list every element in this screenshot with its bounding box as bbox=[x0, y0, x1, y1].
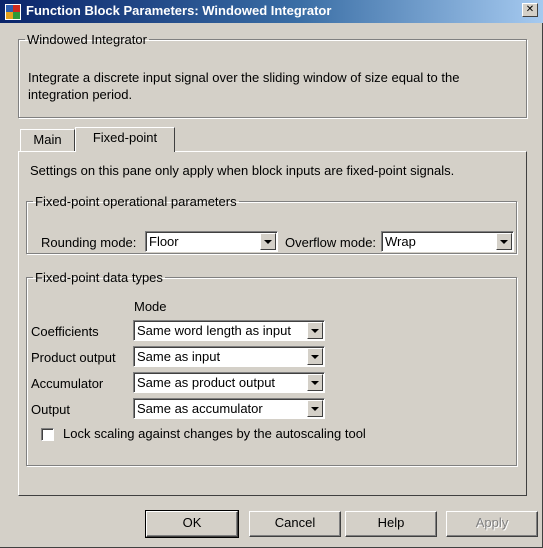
tab-main[interactable]: Main bbox=[20, 129, 75, 151]
product-output-label: Product output bbox=[31, 350, 116, 365]
chevron-down-icon bbox=[311, 328, 319, 333]
product-output-mode-select[interactable]: Same as input bbox=[133, 346, 325, 367]
close-icon: ✕ bbox=[525, 4, 535, 15]
dialog-window: Function Block Parameters: Windowed Inte… bbox=[0, 0, 543, 548]
help-button-label: Help bbox=[377, 515, 405, 530]
ok-button-label: OK bbox=[182, 515, 202, 530]
chevron-down-icon bbox=[311, 406, 319, 411]
tab-fixed-point-label: Fixed-point bbox=[92, 130, 158, 145]
rounding-mode-value: Floor bbox=[149, 234, 179, 249]
accumulator-label: Accumulator bbox=[31, 376, 104, 391]
help-button[interactable]: Help bbox=[345, 511, 437, 537]
overflow-mode-dropdown[interactable] bbox=[496, 233, 512, 250]
overflow-mode-value: Wrap bbox=[385, 234, 416, 249]
apply-button: Apply bbox=[446, 511, 538, 537]
chevron-down-icon bbox=[500, 239, 508, 244]
coefficients-mode-dropdown[interactable] bbox=[307, 322, 323, 339]
fixed-point-pane: Settings on this pane only apply when bl… bbox=[18, 151, 527, 496]
lock-scaling-checkbox[interactable] bbox=[41, 428, 54, 441]
chevron-down-icon bbox=[311, 354, 319, 359]
accumulator-mode-select[interactable]: Same as product output bbox=[133, 372, 325, 393]
window-title: Function Block Parameters: Windowed Inte… bbox=[26, 3, 332, 18]
apply-button-label: Apply bbox=[475, 515, 509, 530]
coefficients-mode-value: Same word length as input bbox=[137, 323, 291, 338]
ok-button[interactable]: OK bbox=[145, 510, 239, 538]
operational-parameters-legend: Fixed-point operational parameters bbox=[35, 194, 237, 209]
coefficients-label: Coefficients bbox=[31, 324, 99, 339]
overflow-mode-label: Overflow mode: bbox=[285, 235, 377, 250]
rounding-mode-select[interactable]: Floor bbox=[145, 231, 278, 252]
tab-main-label: Main bbox=[33, 132, 62, 147]
rounding-mode-label: Rounding mode: bbox=[41, 235, 137, 250]
block-description-group: Windowed Integrator Integrate a discrete… bbox=[18, 32, 527, 118]
output-mode-value: Same as accumulator bbox=[137, 401, 263, 416]
cancel-button[interactable]: Cancel bbox=[249, 511, 341, 537]
accumulator-mode-dropdown[interactable] bbox=[307, 374, 323, 391]
accumulator-mode-value: Same as product output bbox=[137, 375, 276, 390]
cancel-button-label: Cancel bbox=[274, 515, 316, 530]
simulink-block-icon bbox=[5, 4, 21, 20]
coefficients-mode-select[interactable]: Same word length as input bbox=[133, 320, 325, 341]
data-types-legend: Fixed-point data types bbox=[35, 270, 163, 285]
tab-fixed-point[interactable]: Fixed-point bbox=[75, 127, 175, 152]
output-label: Output bbox=[31, 402, 71, 417]
block-name-legend: Windowed Integrator bbox=[27, 32, 147, 47]
close-button[interactable]: ✕ bbox=[522, 3, 538, 17]
overflow-mode-select[interactable]: Wrap bbox=[381, 231, 514, 252]
title-bar[interactable]: Function Block Parameters: Windowed Inte… bbox=[0, 0, 543, 23]
rounding-mode-dropdown[interactable] bbox=[260, 233, 276, 250]
operational-parameters-group: Fixed-point operational parameters Round… bbox=[26, 194, 517, 254]
product-output-mode-value: Same as input bbox=[137, 349, 221, 364]
mode-column-header: Mode bbox=[134, 299, 167, 314]
output-mode-dropdown[interactable] bbox=[307, 400, 323, 417]
pane-note: Settings on this pane only apply when bl… bbox=[30, 163, 455, 178]
output-mode-select[interactable]: Same as accumulator bbox=[133, 398, 325, 419]
data-types-group: Fixed-point data types Mode Coefficients… bbox=[26, 270, 517, 466]
product-output-mode-dropdown[interactable] bbox=[307, 348, 323, 365]
lock-scaling-label[interactable]: Lock scaling against changes by the auto… bbox=[63, 426, 366, 441]
block-description: Integrate a discrete input signal over t… bbox=[28, 70, 460, 102]
chevron-down-icon bbox=[264, 239, 272, 244]
chevron-down-icon bbox=[311, 380, 319, 385]
